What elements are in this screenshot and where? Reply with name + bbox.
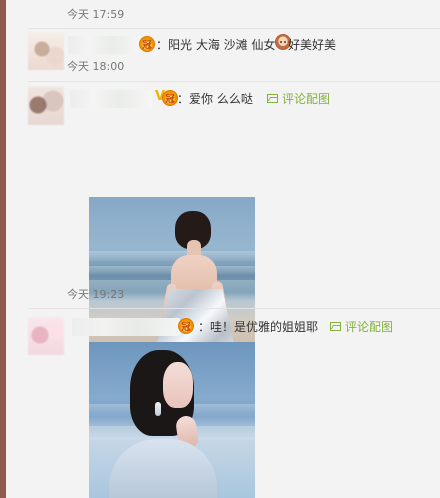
comment-3: V 冠 ：爱你 么么哒 评论配图 今天 19:23 — [28, 83, 440, 362]
vip-crown-icon: 冠 — [139, 36, 155, 52]
comment-2: 冠 ：阳光 大海 沙滩 仙女 好美好美 今天 18:00 — [28, 30, 440, 86]
comment-time: 今天 18:00 — [67, 60, 125, 73]
image-comment-link[interactable]: 评论配图 — [267, 90, 330, 107]
avatar[interactable] — [28, 32, 64, 70]
image-comment-link-label: 评论配图 — [345, 320, 394, 334]
image-icon — [330, 322, 341, 331]
avatar[interactable] — [28, 317, 64, 355]
comment-text: ：爱你 么么哒 — [177, 92, 253, 106]
vip-crown-icon: 冠 — [178, 318, 194, 334]
comment-text: ：哇！是优雅的姐姐耶 — [198, 320, 319, 334]
shoulder-shape — [109, 439, 217, 498]
comment-text-suffix: 好美好美 — [288, 38, 337, 52]
username-blurred[interactable] — [70, 90, 152, 108]
comment-time-1: 今天 17:59 — [67, 8, 125, 21]
image-comment-link-label: 评论配图 — [282, 92, 331, 106]
sea-wave — [89, 251, 255, 261]
image-icon — [267, 94, 278, 103]
username-blurred[interactable] — [68, 36, 142, 54]
divider-1 — [28, 28, 440, 29]
comment-4: 冠 ：哇！是优雅的姐姐耶 评论配图 — [28, 310, 440, 498]
comments-panel: 今天 17:59 冠 ：阳光 大海 沙滩 仙女 好美好美 今天 18:00 V … — [6, 0, 440, 498]
vip-crown-icon: 冠 — [162, 90, 178, 106]
username-blurred[interactable] — [72, 318, 180, 336]
comment-image[interactable] — [89, 342, 255, 498]
avatar[interactable] — [28, 87, 64, 125]
divider-3 — [28, 308, 440, 309]
earring-shape — [155, 402, 161, 416]
image-comment-link[interactable]: 评论配图 — [330, 318, 393, 335]
divider-2 — [28, 81, 440, 82]
comment-time: 今天 19:23 — [67, 288, 125, 301]
comment-text: ：阳光 大海 沙滩 仙女 — [156, 38, 276, 52]
face-shape — [163, 362, 193, 408]
